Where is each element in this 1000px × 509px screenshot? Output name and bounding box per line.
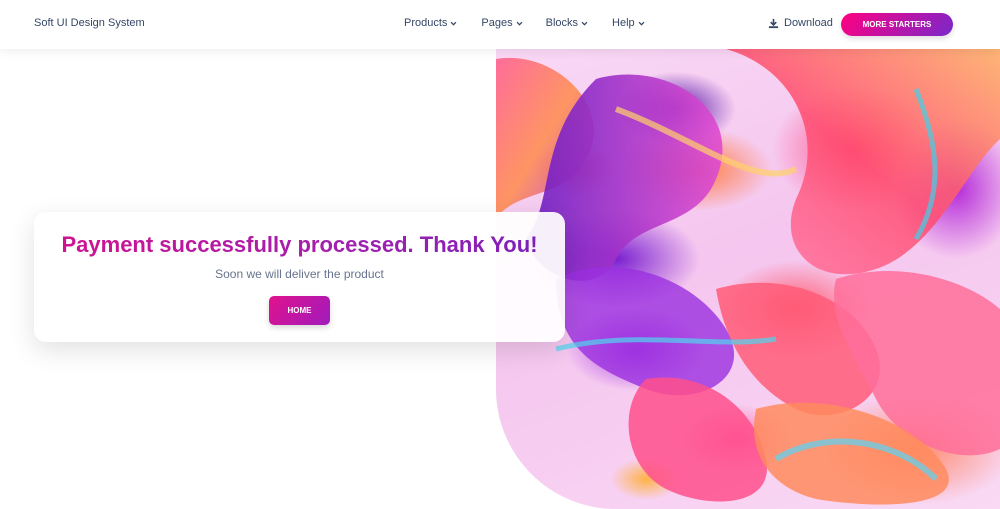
download-label: Download bbox=[784, 17, 833, 29]
home-button[interactable]: HOME bbox=[269, 296, 330, 325]
chevron-down-icon bbox=[581, 21, 588, 26]
chevron-down-icon bbox=[516, 21, 523, 26]
nav-item-label: Help bbox=[612, 17, 635, 29]
download-icon bbox=[768, 18, 779, 28]
nav-item-label: Blocks bbox=[545, 17, 579, 29]
chevron-down-icon bbox=[638, 21, 645, 26]
nav-item-label: Pages bbox=[481, 17, 513, 29]
download-link[interactable]: Download bbox=[768, 17, 833, 29]
chevron-down-icon bbox=[451, 21, 457, 26]
success-subtitle: Soon we will deliver the product bbox=[215, 267, 384, 281]
abstract-swirl-graphic bbox=[496, 49, 1000, 505]
nav-item-pages[interactable]: Pages bbox=[481, 17, 523, 29]
nav-item-products[interactable]: Products bbox=[404, 17, 457, 29]
nav-menu: Products Pages Blocks Help bbox=[404, 17, 667, 29]
navbar: Soft UI Design System Products Pages Blo… bbox=[0, 0, 1000, 49]
nav-item-label: Products bbox=[404, 17, 448, 29]
more-starters-button[interactable]: MORE STARTERS bbox=[841, 13, 953, 36]
hero-abstract-image bbox=[496, 49, 1000, 509]
nav-item-help[interactable]: Help bbox=[612, 17, 645, 29]
success-title: Payment successfully processed. Thank Yo… bbox=[34, 232, 565, 258]
brand-link[interactable]: Soft UI Design System bbox=[34, 17, 145, 29]
nav-item-blocks[interactable]: Blocks bbox=[546, 17, 588, 29]
payment-success-card: Payment successfully processed. Thank Yo… bbox=[34, 212, 565, 342]
